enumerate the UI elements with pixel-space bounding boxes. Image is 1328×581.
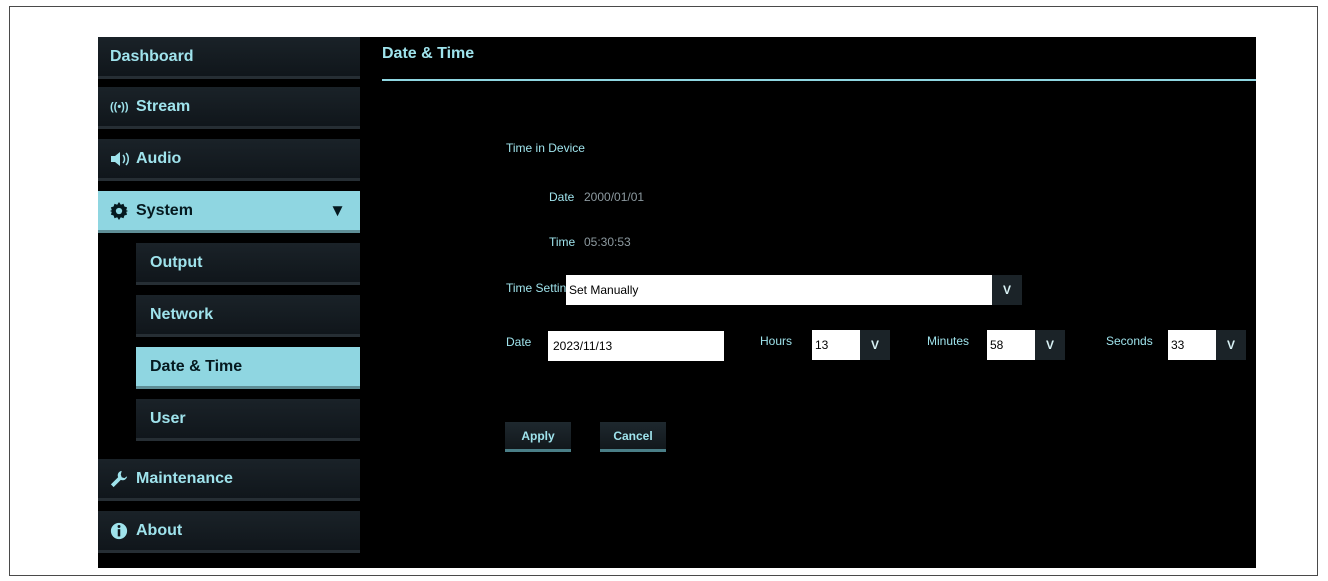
manual-date-input[interactable] (548, 331, 724, 361)
minutes-value: 58 (990, 338, 1004, 352)
window-frame: Dashboard ((•)) Stream Audio System ▼ Ou… (9, 6, 1318, 576)
device-time-heading: Time in Device (506, 141, 585, 155)
hours-value: 13 (815, 338, 829, 352)
device-date-label: Date (549, 190, 575, 204)
sidebar-item-audio[interactable]: Audio (98, 139, 360, 181)
cancel-button[interactable]: Cancel (600, 422, 666, 452)
time-setting-select[interactable]: Set Manually V (566, 275, 1022, 305)
sidebar-item-label: Network (150, 305, 214, 323)
sidebar-item-label: About (136, 521, 183, 539)
chevron-down-icon[interactable]: V (992, 275, 1022, 305)
device-time-value: 05:30:53 (584, 235, 631, 249)
sidebar-item-label: Date & Time (150, 357, 243, 375)
sidebar-item-system[interactable]: System ▼ (98, 191, 360, 233)
chevron-down-icon[interactable]: V (860, 330, 890, 360)
sidebar-item-date-time[interactable]: Date & Time (136, 347, 360, 389)
seconds-select[interactable]: 33 V (1168, 330, 1246, 360)
sidebar-item-about[interactable]: About (98, 511, 360, 553)
sidebar-item-label: Stream (136, 97, 191, 115)
camera-web-ui: Dashboard ((•)) Stream Audio System ▼ Ou… (98, 37, 1256, 568)
chevron-down-icon[interactable]: V (1216, 330, 1246, 360)
sidebar-item-maintenance[interactable]: Maintenance (98, 459, 360, 501)
sidebar-item-label: User (150, 409, 186, 427)
speaker-icon (110, 151, 136, 166)
seconds-label: Seconds (1106, 334, 1153, 348)
minutes-select[interactable]: 58 V (987, 330, 1065, 360)
sidebar-item-dashboard[interactable]: Dashboard (98, 37, 360, 79)
time-setting-value: Set Manually (569, 283, 639, 297)
apply-button[interactable]: Apply (505, 422, 571, 452)
manual-date-label: Date (506, 335, 532, 349)
hours-label: Hours (760, 334, 793, 348)
wrench-icon (110, 470, 136, 488)
sidebar-item-label: Output (150, 253, 203, 271)
sidebar-item-label: Dashboard (110, 47, 194, 65)
sidebar-item-output[interactable]: Output (136, 243, 360, 285)
chevron-down-icon[interactable]: V (1035, 330, 1065, 360)
device-date-value: 2000/01/01 (584, 190, 645, 204)
hours-select[interactable]: 13 V (812, 330, 890, 360)
page-title: Date & Time (382, 45, 475, 62)
seconds-value: 33 (1171, 338, 1185, 352)
sidebar-item-label: Audio (136, 149, 182, 167)
sidebar: Dashboard ((•)) Stream Audio System ▼ Ou… (98, 37, 360, 568)
sidebar-item-user[interactable]: User (136, 399, 360, 441)
info-icon (110, 522, 136, 540)
sidebar-item-stream[interactable]: ((•)) Stream (98, 87, 360, 129)
main-content: Date & Time Time in Device Date 2000/01/… (382, 37, 1256, 568)
title-divider (382, 79, 1256, 81)
sidebar-item-network[interactable]: Network (136, 295, 360, 337)
sidebar-item-label: Maintenance (136, 469, 233, 487)
sidebar-item-label: System (136, 201, 193, 219)
minutes-label: Minutes (927, 334, 970, 348)
wireless-broadcast-icon: ((•)) (110, 100, 129, 113)
caret-down-icon: ▼ (329, 200, 346, 220)
device-time-label: Time (549, 235, 576, 249)
gear-icon (110, 201, 136, 220)
time-setting-label: Time Setting (506, 281, 573, 295)
